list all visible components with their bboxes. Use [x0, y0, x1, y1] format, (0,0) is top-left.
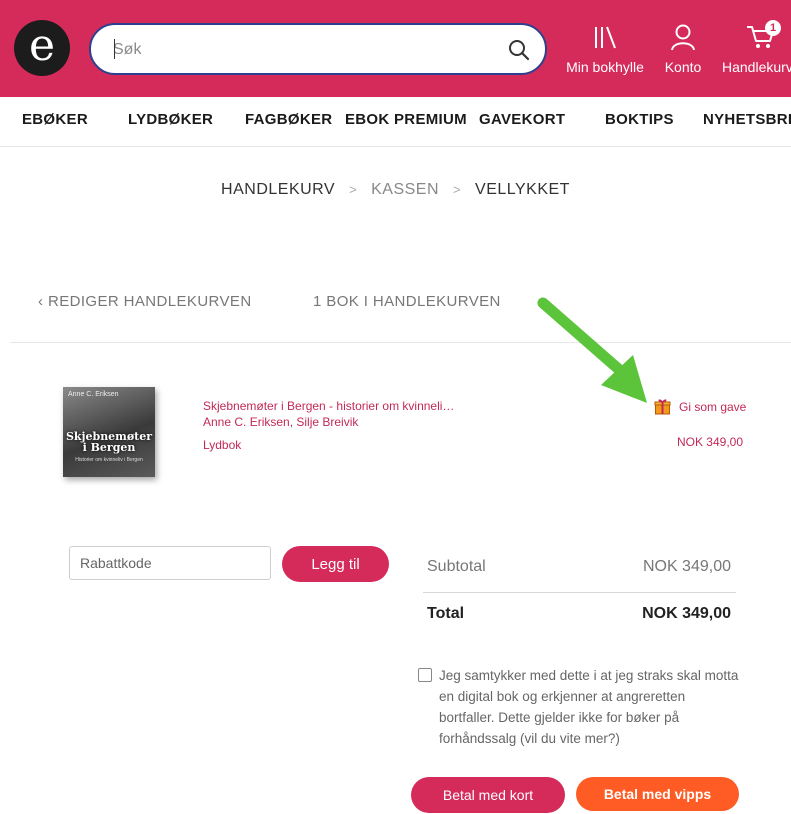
cart-link[interactable]: 1 Handlekurv [722, 20, 791, 75]
text-caret [114, 39, 115, 59]
cart-label: Handlekurv [722, 59, 791, 75]
apply-discount-button[interactable]: Legg til [282, 546, 389, 582]
main-nav: EBØKER LYDBØKER FAGBØKER EBOK PREMIUM GA… [0, 97, 791, 147]
cart-icon: 1 [740, 20, 781, 52]
nav-gift-cards[interactable]: GAVEKORT [479, 111, 565, 128]
book-cover[interactable]: Anne C. Eriksen Skjebnemøter i Bergen Hi… [63, 387, 155, 477]
nav-ebook-premium[interactable]: EBOK PREMIUM [345, 111, 467, 128]
arrow-annotation [535, 295, 660, 415]
my-bookshelf-label: Min bokhylle [566, 59, 644, 75]
nav-newsletter[interactable]: NYHETSBREV [703, 111, 791, 128]
subtotal-label: Subtotal [427, 558, 486, 575]
breadcrumb-step-checkout: KASSEN [371, 181, 440, 198]
breadcrumb-separator: > [349, 182, 358, 197]
account-link[interactable]: Konto [659, 22, 707, 75]
pay-with-vipps-button[interactable]: Betal med vipps [576, 777, 739, 811]
give-as-gift-link[interactable]: Gi som gave [654, 398, 746, 415]
user-icon [659, 22, 707, 52]
breadcrumb-step-cart[interactable]: HANDLEKURV [221, 181, 335, 198]
bookshelf-icon [565, 22, 645, 52]
nav-book-tips[interactable]: BOKTIPS [605, 111, 674, 128]
discount-code-input[interactable] [69, 546, 271, 580]
give-as-gift-label: Gi som gave [679, 399, 747, 414]
nav-nonfiction[interactable]: FAGBØKER [245, 111, 332, 128]
divider [10, 342, 791, 343]
search-bar[interactable] [89, 23, 547, 75]
search-icon[interactable] [507, 38, 531, 62]
product-authors[interactable]: Anne C. Eriksen, Silje Breivik [203, 415, 358, 429]
checkout-breadcrumb: HANDLEKURV > KASSEN > VELLYKKET [0, 181, 791, 199]
pay-with-card-button[interactable]: Betal med kort [411, 777, 565, 813]
breadcrumb-step-success: VELLYKKET [475, 181, 570, 198]
logo[interactable]: e [14, 20, 70, 76]
consent-checkbox[interactable] [418, 668, 432, 682]
total-value: NOK 349,00 [642, 605, 731, 622]
edit-cart-link[interactable]: ‹ REDIGER HANDLEKURVEN [38, 293, 252, 310]
cart-count-text: 1 BOK I HANDLEKURVEN [313, 293, 501, 310]
account-label: Konto [664, 59, 702, 75]
top-header: e Min bokhylle Konto 1 Handlekurv [0, 0, 791, 97]
product-title[interactable]: Skjebnemøter i Bergen - historier om kvi… [203, 399, 454, 413]
subtotal-value: NOK 349,00 [642, 558, 731, 575]
search-input[interactable] [113, 37, 493, 63]
total-label: Total [427, 605, 465, 622]
product-price: NOK 349,00 [676, 435, 743, 449]
nav-audiobooks[interactable]: LYDBØKER [128, 111, 213, 128]
cover-author: Anne C. Eriksen [68, 391, 119, 398]
breadcrumb-separator: > [452, 182, 462, 197]
gift-icon [654, 398, 671, 415]
product-format: Lydbok [203, 438, 242, 452]
cover-title: Skjebnemøter i Bergen [63, 431, 155, 453]
cover-subtitle: Historier om kvinneliv i Bergen [75, 457, 143, 463]
cart-count-badge: 1 [765, 20, 781, 36]
nav-ebooks[interactable]: EBØKER [22, 111, 88, 128]
my-bookshelf-link[interactable]: Min bokhylle [565, 22, 645, 75]
cover-title-line2: i Bergen [82, 441, 136, 454]
consent-text: Jeg samtykker med dette i at jeg straks … [439, 668, 739, 746]
totals-divider [423, 592, 736, 593]
